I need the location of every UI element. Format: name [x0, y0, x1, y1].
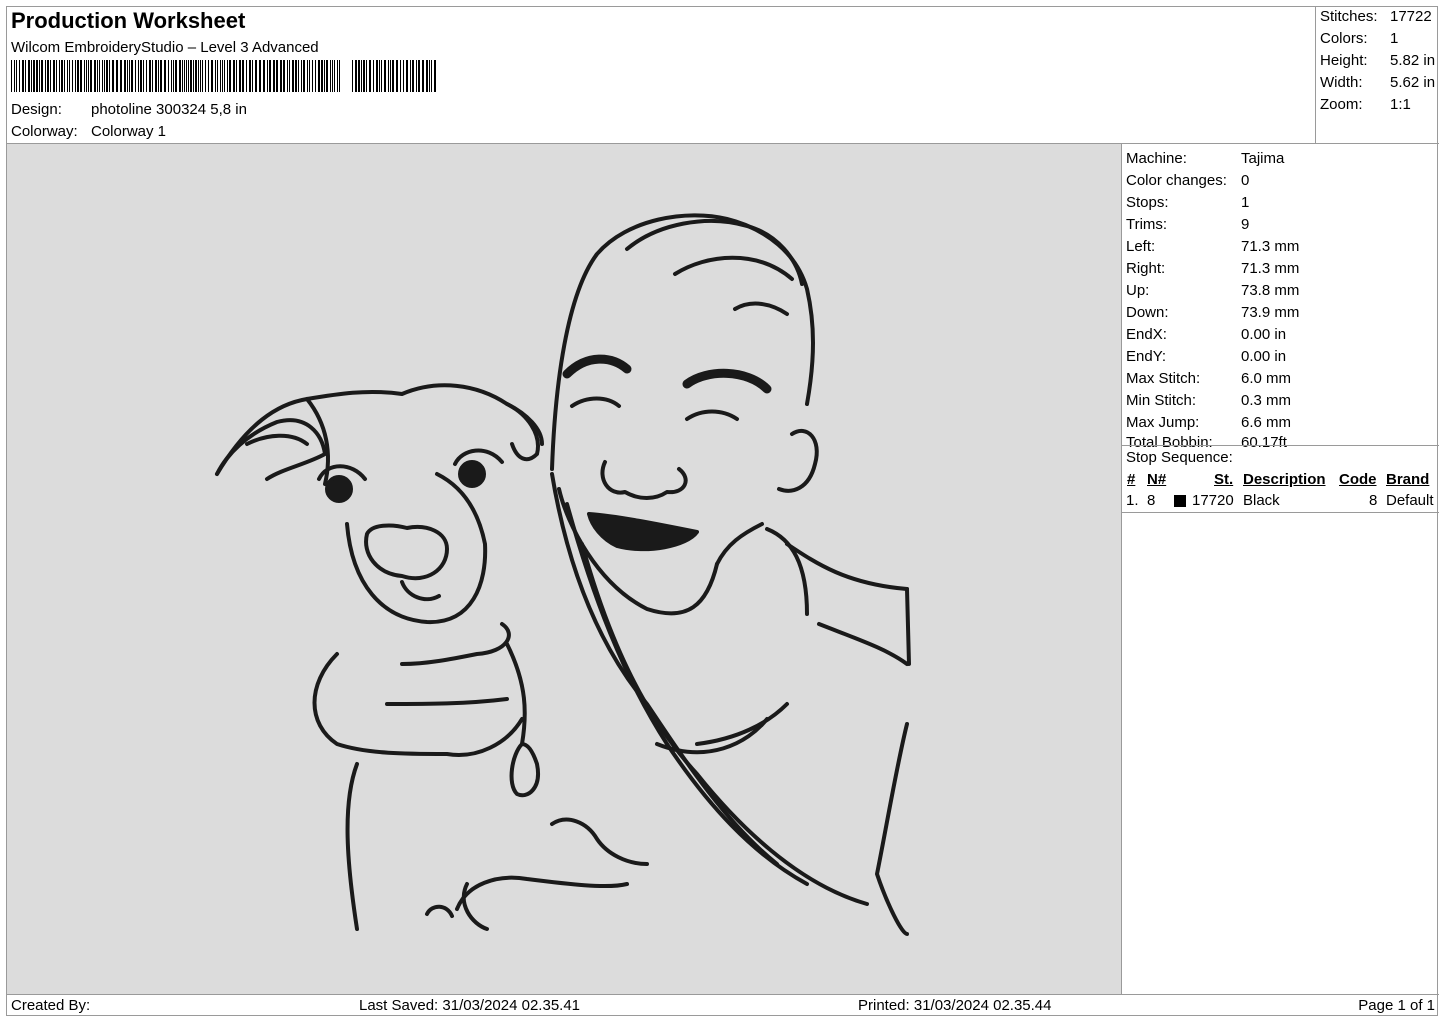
- created-by: Created By:: [11, 997, 91, 1014]
- row-stitches: 17720: [1192, 492, 1234, 509]
- prop-min-stitch: Min Stitch: 0.3 mm: [1126, 392, 1291, 409]
- summary-panel: Stitches: 17722 Colors: 1 Height: 5.82 in W…: [1315, 7, 1439, 144]
- prop-value: 6.0 mm: [1241, 370, 1292, 387]
- prop-value: 0.3 mm: [1241, 392, 1292, 409]
- prop-value: 73.8 mm: [1241, 282, 1300, 299]
- table-divider: [1122, 512, 1439, 513]
- summary-label: Width:: [1320, 74, 1363, 91]
- prop-right: Right: 71.3 mm: [1126, 260, 1299, 277]
- last-saved: Last Saved: 31/03/2024 02.35.41: [359, 997, 581, 1014]
- prop-label: Up:: [1126, 282, 1150, 299]
- summary-colors: Colors: 1: [1320, 30, 1398, 47]
- row-code: 8: [1369, 492, 1378, 509]
- prop-label: Color changes:: [1126, 172, 1227, 189]
- prop-label: Down:: [1126, 304, 1169, 321]
- design-value: photoline 300324 5,8 in: [91, 101, 247, 118]
- col-stitches: St.: [1214, 471, 1234, 488]
- prop-value: Tajima: [1241, 150, 1285, 167]
- col-brand: Brand: [1386, 471, 1430, 488]
- prop-value: 0: [1241, 172, 1250, 189]
- prop-color-changes: Color changes: 0: [1126, 172, 1249, 189]
- prop-value: 0.00 in: [1241, 348, 1287, 365]
- prop-value: 9: [1241, 216, 1250, 233]
- stop-sequence-title: Stop Sequence:: [1126, 449, 1233, 466]
- row-brand: Default: [1386, 492, 1434, 509]
- prop-label: Max Stitch:: [1126, 370, 1201, 387]
- summary-stitches: Stitches: 17722: [1320, 8, 1432, 25]
- prop-endy: EndY: 0.00 in: [1126, 348, 1286, 365]
- prop-value: 0.00 in: [1241, 326, 1287, 343]
- prop-down: Down: 73.9 mm: [1126, 304, 1299, 321]
- prop-max-stitch: Max Stitch: 6.0 mm: [1126, 370, 1291, 387]
- prop-label: Min Stitch:: [1126, 392, 1197, 409]
- embroidery-drawing: [215, 213, 911, 936]
- color-swatch: [1174, 495, 1186, 507]
- prop-label: Machine:: [1126, 150, 1187, 167]
- prop-value: 60.17ft: [1241, 434, 1287, 451]
- barcode: [11, 60, 436, 92]
- summary-label: Stitches:: [1320, 8, 1378, 25]
- worksheet-header: Production Worksheet Wilcom EmbroiderySt…: [7, 7, 1315, 144]
- summary-label: Zoom:: [1320, 96, 1363, 113]
- software-name: Wilcom EmbroideryStudio – Level 3 Advanc…: [11, 39, 319, 56]
- summary-value: 5.82 in: [1390, 52, 1436, 69]
- design-row: Design: photoline 300324 5,8 in: [11, 101, 247, 118]
- row-index: 1.: [1126, 492, 1139, 509]
- summary-zoom: Zoom: 1:1: [1320, 96, 1411, 113]
- prop-value: 73.9 mm: [1241, 304, 1300, 321]
- prop-machine: Machine: Tajima: [1126, 150, 1284, 167]
- colorway-value: Colorway 1: [91, 123, 167, 140]
- row-needle: 8: [1147, 492, 1156, 509]
- prop-value: 6.6 mm: [1241, 414, 1292, 431]
- col-index: #: [1127, 471, 1136, 488]
- page-title: Production Worksheet: [11, 8, 246, 33]
- col-code: Code: [1339, 471, 1377, 488]
- design-label: Design:: [11, 101, 62, 118]
- prop-up: Up: 73.8 mm: [1126, 282, 1299, 299]
- production-worksheet: Production Worksheet Wilcom EmbroiderySt…: [6, 6, 1439, 1017]
- prop-label: Max Jump:: [1126, 414, 1200, 431]
- summary-label: Height:: [1320, 52, 1368, 69]
- summary-value: 17722: [1390, 8, 1432, 25]
- summary-value: 5.62 in: [1390, 74, 1436, 91]
- prop-value: 1: [1241, 194, 1250, 211]
- stop-sequence: Stop Sequence: # N# St. Description Code…: [1122, 445, 1439, 513]
- prop-label: EndY:: [1126, 348, 1167, 365]
- printed-date: Printed: 31/03/2024 02.35.44: [858, 997, 1052, 1014]
- summary-label: Colors:: [1320, 30, 1368, 47]
- prop-stops: Stops: 1: [1126, 194, 1249, 211]
- stop-sequence-header: # N# St. Description Code Brand: [1122, 471, 1439, 491]
- properties-panel: Machine: Tajima Color changes: 0 Stops: 1 T…: [1122, 144, 1439, 994]
- prop-value: 71.3 mm: [1241, 238, 1300, 255]
- summary-value: 1: [1390, 30, 1399, 47]
- prop-max-jump: Max Jump: 6.6 mm: [1126, 414, 1291, 431]
- page-number: Page 1 of 1: [1358, 997, 1435, 1014]
- col-needle: N#: [1147, 471, 1167, 488]
- colorway-label: Colorway:: [11, 123, 78, 140]
- prop-label: EndX:: [1126, 326, 1167, 343]
- col-description: Description: [1243, 471, 1326, 488]
- colorway-row: Colorway: Colorway 1: [11, 123, 166, 140]
- prop-left: Left: 71.3 mm: [1126, 238, 1299, 255]
- thread-lines: [215, 213, 911, 936]
- prop-trims: Trims: 9: [1126, 216, 1249, 233]
- prop-endx: EndX: 0.00 in: [1126, 326, 1286, 343]
- row-description: Black: [1243, 492, 1280, 509]
- table-row: 1. 8 17720 Black 8 Default: [1122, 492, 1439, 512]
- worksheet-footer: Created By: Last Saved: 31/03/2024 02.35…: [7, 994, 1439, 1017]
- prop-label: Left:: [1126, 238, 1156, 255]
- design-preview: [7, 144, 1122, 994]
- summary-height: Height: 5.82 in: [1320, 52, 1435, 69]
- prop-label: Right:: [1126, 260, 1166, 277]
- prop-label: Trims:: [1126, 216, 1168, 233]
- summary-width: Width: 5.62 in: [1320, 74, 1435, 91]
- prop-value: 71.3 mm: [1241, 260, 1300, 277]
- summary-value: 1:1: [1390, 96, 1411, 113]
- prop-label: Stops:: [1126, 194, 1169, 211]
